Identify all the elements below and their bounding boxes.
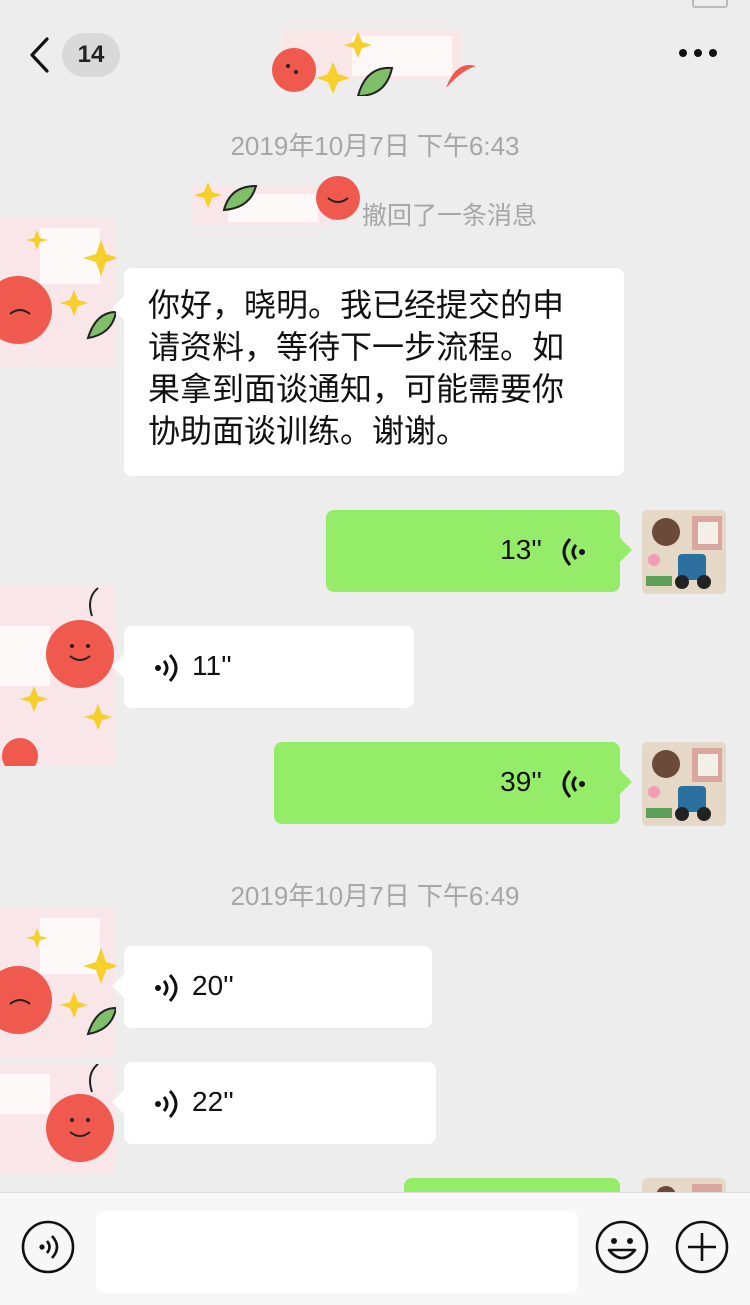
voice-wave-icon bbox=[155, 653, 178, 683]
voice-duration: 22'' bbox=[192, 1086, 234, 1117]
message-input[interactable] bbox=[96, 1211, 578, 1293]
contact-avatar[interactable] bbox=[0, 908, 119, 1058]
timestamp: 2019年10月7日 下午6:43 bbox=[230, 131, 520, 161]
voice-message-bubble[interactable]: 20'' bbox=[112, 946, 432, 1028]
voice-message-bubble[interactable]: 13'' bbox=[326, 510, 632, 592]
chevron-left-icon bbox=[30, 37, 49, 73]
voice-message-bubble[interactable]: 39'' bbox=[274, 742, 632, 824]
chat-title-decoration[interactable] bbox=[262, 26, 482, 98]
voice-duration: 39'' bbox=[500, 766, 542, 797]
voice-wave-icon bbox=[562, 537, 585, 567]
my-avatar[interactable] bbox=[642, 742, 726, 826]
more-button[interactable] bbox=[676, 38, 720, 68]
toy-photo-avatar-icon bbox=[642, 742, 726, 826]
chat-header: 14 bbox=[0, 8, 750, 98]
unread-badge: 14 bbox=[62, 33, 120, 77]
toy-photo-avatar-icon bbox=[642, 510, 726, 594]
plus-icon bbox=[675, 1220, 729, 1274]
more-dots-icon bbox=[679, 49, 717, 57]
voice-duration: 20'' bbox=[192, 970, 234, 1001]
cherry-avatar-icon bbox=[0, 1063, 116, 1174]
voice-wave-icon bbox=[155, 973, 178, 1003]
more-functions-button[interactable] bbox=[674, 1219, 730, 1275]
cherry-avatar-icon bbox=[0, 218, 119, 368]
recall-name-decoration bbox=[192, 176, 360, 226]
contact-avatar[interactable] bbox=[0, 586, 116, 774]
voice-wave-icon bbox=[155, 1089, 178, 1119]
my-avatar[interactable] bbox=[642, 510, 726, 594]
cherry-avatar-icon bbox=[0, 586, 116, 774]
voice-wave-icon bbox=[562, 769, 585, 799]
status-bar bbox=[0, 0, 750, 8]
battery-icon bbox=[692, 0, 728, 8]
voice-mode-icon bbox=[21, 1220, 75, 1274]
message-bubble-text[interactable]: 你好，晓明。我已经提交的申 请资料，等待下一步流程。如 果拿到面谈通知，可能需要… bbox=[112, 268, 624, 476]
cherry-avatar-icon bbox=[0, 908, 119, 1058]
back-button[interactable]: 14 bbox=[28, 30, 128, 80]
voice-duration: 11'' bbox=[192, 650, 232, 681]
voice-duration: 13'' bbox=[500, 534, 542, 565]
emoji-icon bbox=[595, 1220, 649, 1274]
contact-avatar[interactable] bbox=[0, 218, 119, 368]
message-text: 你好，晓明。我已经提交的申 请资料，等待下一步流程。如 果拿到面谈通知，可能需要… bbox=[148, 286, 565, 450]
input-bar bbox=[0, 1192, 750, 1305]
recall-text: 撤回了一条消息 bbox=[362, 201, 538, 230]
voice-message-bubble[interactable]: 11'' bbox=[112, 626, 414, 708]
voice-message-bubble[interactable]: 22'' bbox=[112, 1062, 436, 1144]
emoji-button[interactable] bbox=[594, 1219, 650, 1275]
voice-mode-button[interactable] bbox=[20, 1219, 76, 1275]
